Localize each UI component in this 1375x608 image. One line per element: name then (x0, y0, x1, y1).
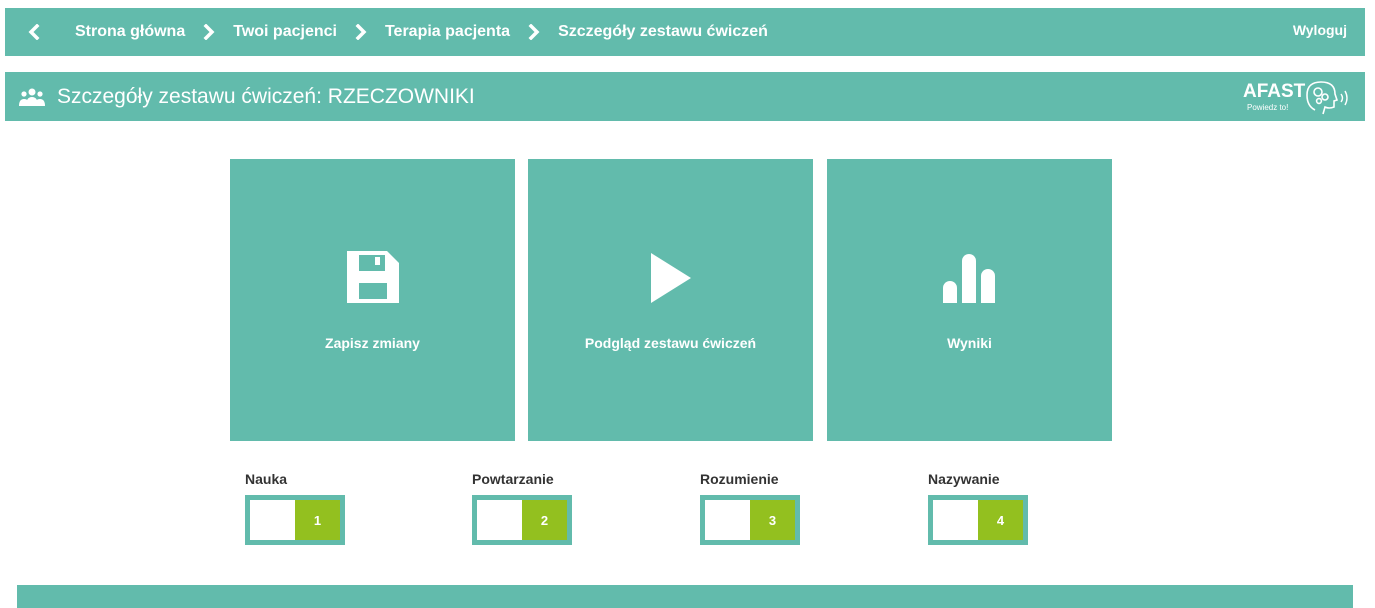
toggle-value: 4 (978, 500, 1023, 540)
mode-comprehension-toggle[interactable]: 3 (700, 495, 800, 545)
top-navbar: Strona główna Twoi pacjenci Terapia pacj… (5, 8, 1365, 56)
footer-bar (17, 585, 1353, 608)
toggle-off-half (933, 500, 978, 540)
toggle-value: 2 (522, 500, 567, 540)
breadcrumb-separator-icon (528, 24, 540, 40)
logout-link[interactable]: Wyloguj (1293, 22, 1347, 38)
save-changes-button[interactable]: Zapisz zmiany (230, 159, 515, 441)
toggle-value: 3 (750, 500, 795, 540)
mode-label: Rozumienie (700, 471, 779, 487)
svg-text:Powiedz to!: Powiedz to! (1247, 103, 1288, 112)
mode-repetition-toggle[interactable]: 2 (472, 495, 572, 545)
play-icon (528, 251, 813, 307)
bar-chart-icon (827, 251, 1112, 307)
breadcrumb-separator-icon (203, 24, 215, 40)
tile-label: Zapisz zmiany (325, 335, 420, 351)
page-title: Szczegóły zestawu ćwiczeń: RZECZOWNIKI (57, 84, 475, 108)
save-icon (230, 251, 515, 307)
tile-label: Wyniki (947, 335, 992, 351)
users-group-icon (18, 86, 48, 108)
page-header: Szczegóły zestawu ćwiczeń: RZECZOWNIKI A… (5, 72, 1365, 121)
svg-text:AFAST: AFAST (1243, 81, 1306, 102)
toggle-off-half (477, 500, 522, 540)
mode-repetition: Powtarzanie 2 (472, 471, 572, 545)
mode-learning: Nauka 1 (245, 471, 345, 545)
breadcrumb-home[interactable]: Strona główna (75, 23, 185, 41)
preview-exercise-set-button[interactable]: Podgląd zestawu ćwiczeń (528, 159, 813, 441)
mode-label: Powtarzanie (472, 471, 554, 487)
mode-learning-toggle[interactable]: 1 (245, 495, 345, 545)
mode-naming-toggle[interactable]: 4 (928, 495, 1028, 545)
toggle-off-half (705, 500, 750, 540)
mode-naming: Nazywanie 4 (928, 471, 1028, 545)
mode-label: Nazywanie (928, 471, 1000, 487)
mode-comprehension: Rozumienie 3 (700, 471, 800, 545)
results-button[interactable]: Wyniki (827, 159, 1112, 441)
breadcrumb-patients[interactable]: Twoi pacjenci (233, 23, 337, 41)
tile-label: Podgląd zestawu ćwiczeń (584, 335, 757, 351)
toggle-value: 1 (295, 500, 340, 540)
toggle-off-half (250, 500, 295, 540)
back-chevron-icon[interactable] (27, 21, 59, 43)
breadcrumb-patient-therapy[interactable]: Terapia pacjenta (385, 23, 510, 41)
afast-logo: AFAST Powiedz to! (1243, 81, 1348, 115)
mode-label: Nauka (245, 471, 288, 487)
breadcrumb-exercise-set-details[interactable]: Szczegóły zestawu ćwiczeń (558, 23, 768, 41)
breadcrumb-separator-icon (355, 24, 367, 40)
